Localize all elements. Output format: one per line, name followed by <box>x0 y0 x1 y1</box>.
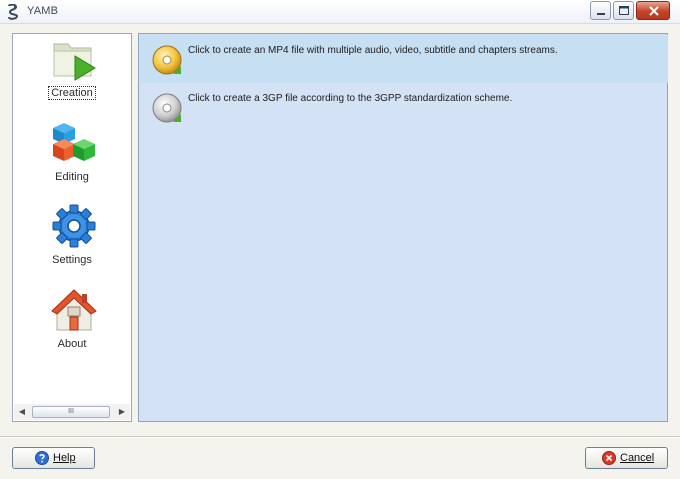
cancel-icon <box>602 451 616 465</box>
scroll-right-arrow-icon[interactable]: ▶ <box>116 406 128 418</box>
bottom-separator <box>0 436 680 438</box>
gold-disc-icon <box>152 45 182 75</box>
help-icon <box>35 451 49 465</box>
close-icon <box>649 6 659 16</box>
content-panel: Click to create an MP4 file with multipl… <box>138 33 668 422</box>
title-bar[interactable]: YAMB <box>0 0 680 24</box>
silver-disc-icon <box>152 93 182 123</box>
nav-label-creation: Creation <box>48 86 96 100</box>
help-button-label: Help <box>53 452 76 464</box>
nav-item-about[interactable]: About <box>13 287 131 367</box>
gear-icon <box>52 204 96 248</box>
scroll-thumb[interactable]: III <box>32 406 110 418</box>
window-title: YAMB <box>27 5 59 17</box>
navigation-panel: Creation Editing Settings About ◀ III ▶ <box>12 33 132 422</box>
app-window: YAMB Creation Editing Settings About ◀ I… <box>0 0 680 479</box>
nav-item-settings[interactable]: Settings <box>13 203 131 283</box>
option-create-3gp[interactable]: Click to create a 3GP file according to … <box>140 83 668 131</box>
house-icon <box>51 289 97 331</box>
scroll-left-arrow-icon[interactable]: ◀ <box>16 406 28 418</box>
help-button[interactable]: Help <box>12 447 95 469</box>
scroll-thumb-grip: III <box>68 408 74 415</box>
nav-horizontal-scrollbar[interactable]: ◀ III ▶ <box>14 404 130 420</box>
nav-item-editing[interactable]: Editing <box>13 120 131 200</box>
maximize-icon <box>619 6 629 15</box>
nav-label-about: About <box>57 338 87 350</box>
app-logo-icon <box>8 4 19 20</box>
minimize-icon <box>597 13 605 15</box>
option-create-mp4[interactable]: Click to create an MP4 file with multipl… <box>140 35 668 83</box>
option-mp4-text: Click to create an MP4 file with multipl… <box>188 45 558 56</box>
cancel-button-label: Cancel <box>620 452 655 464</box>
minimize-button[interactable] <box>590 1 611 20</box>
cubes-icon <box>53 123 95 161</box>
folder-play-icon <box>53 43 96 81</box>
nav-label-settings: Settings <box>52 254 92 266</box>
nav-item-creation[interactable]: Creation <box>13 36 131 116</box>
nav-label-editing: Editing <box>55 171 89 183</box>
close-button[interactable] <box>636 1 670 20</box>
option-3gp-text: Click to create a 3GP file according to … <box>188 93 513 104</box>
cancel-button[interactable]: Cancel <box>585 447 668 469</box>
maximize-button[interactable] <box>613 1 634 20</box>
